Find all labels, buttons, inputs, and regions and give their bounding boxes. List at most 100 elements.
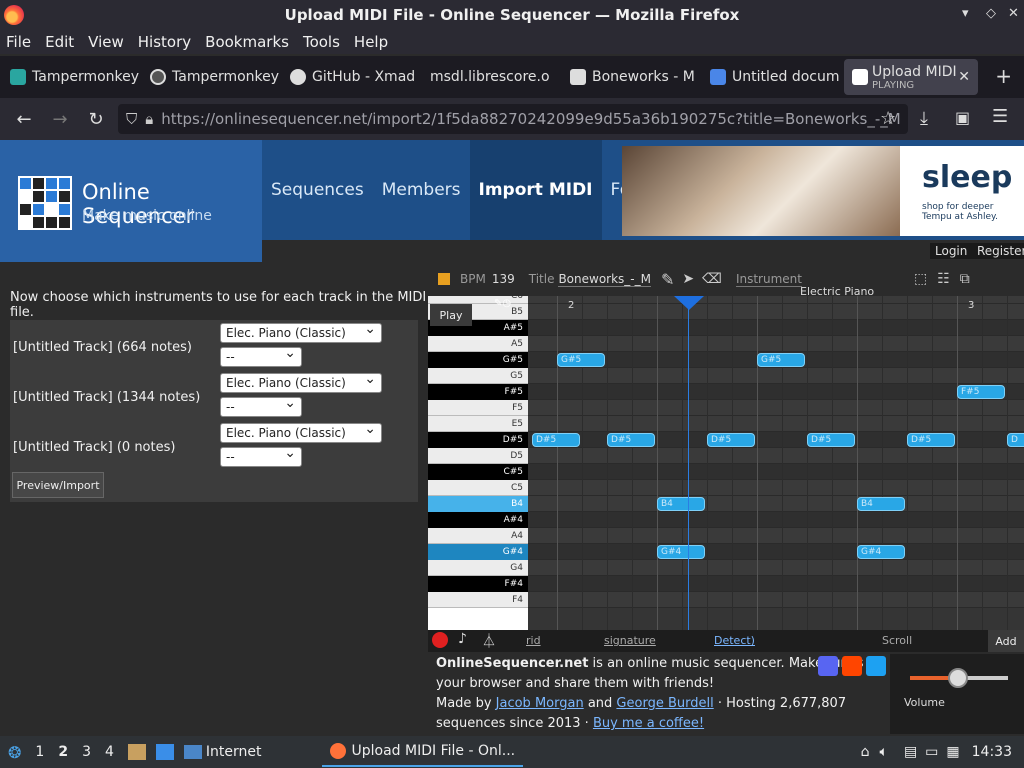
piano-key[interactable]: D#5	[428, 432, 528, 448]
menu-file[interactable]: File	[6, 33, 31, 51]
minimize-icon[interactable]: ▾	[962, 6, 969, 21]
grid-label[interactable]: rid	[526, 634, 541, 647]
forward-icon[interactable]: →	[42, 109, 78, 130]
piano-key[interactable]: C6	[428, 296, 528, 304]
record-icon[interactable]	[432, 632, 448, 648]
close-icon[interactable]: ✕	[1008, 6, 1019, 21]
lock-icon[interactable]: 🔒︎	[145, 110, 153, 128]
folder-internet[interactable]: Internet	[206, 744, 262, 760]
bpm-value[interactable]: 139	[492, 272, 515, 286]
note-block[interactable]: F#5	[957, 385, 1005, 399]
piano-key[interactable]: G#5	[428, 352, 528, 368]
metronome-toggle-icon[interactable]: ⏃	[482, 631, 496, 651]
preview-import-button[interactable]: Preview/Import	[12, 472, 104, 498]
close-tab-icon[interactable]: ✕	[958, 69, 970, 85]
menu-view[interactable]: View	[88, 33, 124, 51]
piano-keyboard[interactable]: C6B5A#5A5G#5G5F#5F5E5D#5D5C#5C5B4A#4A4G#…	[428, 296, 528, 630]
stop-icon[interactable]	[438, 273, 450, 285]
sub-select[interactable]: --	[220, 345, 302, 367]
piano-key[interactable]: G5	[428, 368, 528, 384]
back-icon[interactable]: ←	[6, 109, 42, 130]
desktop-icon[interactable]	[155, 744, 174, 760]
note-block[interactable]: D#5	[907, 433, 955, 447]
nav-import-midi[interactable]: Import MIDI	[469, 140, 602, 240]
piano-key[interactable]: F4	[428, 592, 528, 608]
title-field[interactable]: Boneworks_-_M	[558, 272, 651, 287]
scroll-label[interactable]: Scroll	[882, 634, 912, 647]
clipboard-icon[interactable]: ▤	[904, 744, 917, 760]
piano-key[interactable]: A5	[428, 336, 528, 352]
taskbar-window-firefox[interactable]: Upload MIDI File - Onl...	[321, 737, 524, 767]
tab-boneworks[interactable]: Boneworks - M	[560, 56, 700, 98]
piano-key[interactable]: C#5	[428, 464, 528, 480]
bookmark-star-icon[interactable]: ☆	[880, 108, 896, 129]
sub-select[interactable]: --	[220, 395, 302, 417]
sub-select[interactable]: --	[220, 445, 302, 467]
buy-coffee-link[interactable]: Buy me a coffee!	[593, 716, 704, 731]
settings-sliders-icon[interactable]: ☷	[937, 271, 950, 287]
hamburger-menu-icon[interactable]: ☰	[992, 106, 1008, 127]
workspace-3[interactable]: 3	[82, 744, 91, 760]
piano-key[interactable]: G#4	[428, 544, 528, 560]
pointer-icon[interactable]: ➤	[682, 271, 694, 287]
add-button[interactable]: Add	[988, 630, 1024, 652]
grid-tool-icon[interactable]: ⬚	[914, 271, 927, 287]
instrument-select[interactable]: Elec. Piano (Classic)	[220, 321, 382, 343]
volume-slider-knob[interactable]	[948, 668, 968, 688]
piano-key[interactable]: F5	[428, 400, 528, 416]
metronome-icon[interactable]: ✎◷	[494, 298, 511, 309]
instrument-select[interactable]: Elec. Piano (Classic)	[220, 421, 382, 443]
note-block[interactable]: D#5	[807, 433, 855, 447]
maximize-icon[interactable]: ◇	[986, 6, 996, 21]
workspace-1[interactable]: 1	[35, 744, 44, 760]
reload-icon[interactable]: ↻	[78, 109, 114, 130]
tab-tampermonkey-2[interactable]: Tampermonkey	[140, 56, 280, 98]
reddit-icon[interactable]	[842, 656, 862, 676]
download-icon[interactable]: ⤓	[920, 108, 928, 129]
piano-key[interactable]: A4	[428, 528, 528, 544]
piano-key[interactable]: F#5	[428, 384, 528, 400]
workspace-4[interactable]: 4	[105, 744, 114, 760]
playhead-marker[interactable]	[674, 296, 704, 310]
discord-icon[interactable]	[818, 656, 838, 676]
new-tab-icon[interactable]: +	[995, 64, 1012, 88]
tab-upload-midi[interactable]: Upload MIDI PLAYING ✕	[844, 59, 978, 95]
piano-key[interactable]: A#4	[428, 512, 528, 528]
piano-key[interactable]: G4	[428, 560, 528, 576]
network-icon[interactable]: ▦	[946, 744, 959, 760]
nav-members[interactable]: Members	[373, 140, 470, 240]
piano-key[interactable]: F#4	[428, 576, 528, 592]
piano-key[interactable]: D5	[428, 448, 528, 464]
note-icon[interactable]: ♪	[458, 631, 467, 647]
note-block[interactable]: D#5	[707, 433, 755, 447]
author-link-george[interactable]: George Burdell	[616, 696, 713, 711]
volume-tray-icon[interactable]: 🔈︎	[880, 744, 888, 760]
shield-icon[interactable]: ⛉	[126, 110, 137, 128]
extension-icon[interactable]: ▣	[955, 108, 970, 127]
note-block[interactable]: G#5	[557, 353, 605, 367]
tab-untitled-doc[interactable]: Untitled docum	[700, 56, 840, 98]
copy-icon[interactable]: ⧉	[960, 271, 970, 287]
menu-help[interactable]: Help	[354, 33, 388, 51]
advertisement-banner[interactable]: sleep d shop for deeper Tempu at Ashley.	[622, 146, 1024, 236]
display-icon[interactable]: ▭	[925, 744, 938, 760]
note-block[interactable]: B4	[657, 497, 705, 511]
menu-history[interactable]: History	[138, 33, 191, 51]
login-link[interactable]: Login	[930, 243, 973, 259]
note-block[interactable]: G#5	[757, 353, 805, 367]
register-link[interactable]: Register	[972, 243, 1024, 259]
piano-key[interactable]: E5	[428, 416, 528, 432]
piano-key[interactable]: B4	[428, 496, 528, 512]
twitter-icon[interactable]	[866, 656, 886, 676]
sequencer-grid[interactable]: G#5 G#5 F#5 D#5 D#5 D#5 D#5 D#5 D B4 B4 G#4 G#4	[528, 296, 1024, 630]
files-icon[interactable]	[127, 744, 146, 760]
play-button[interactable]: Play	[430, 304, 472, 326]
menu-bookmarks[interactable]: Bookmarks	[205, 33, 289, 51]
note-block[interactable]: G#4	[657, 545, 705, 559]
note-block[interactable]: D#5	[532, 433, 580, 447]
url-bar[interactable]: ⛉ 🔒︎ https://onlinesequencer.net/import2…	[118, 104, 908, 134]
signature-label[interactable]: signature	[604, 634, 656, 647]
workspace-2[interactable]: 2	[58, 744, 68, 760]
note-block[interactable]: B4	[857, 497, 905, 511]
detect-link[interactable]: Detect)	[714, 634, 755, 647]
